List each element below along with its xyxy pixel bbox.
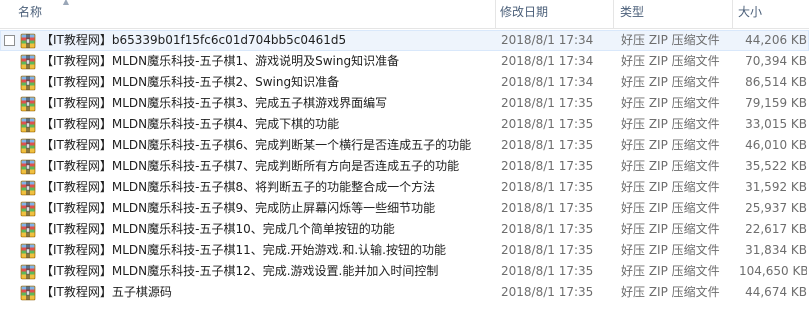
file-date: 2018/8/1 17:35 <box>501 159 594 173</box>
file-row[interactable]: 【IT教程网】MLDN魔乐科技-五子棋7、完成判断所有方向是否连成五子的功能 20… <box>0 156 809 177</box>
file-row[interactable]: 【IT教程网】MLDN魔乐科技-五子棋1、游戏说明及Swing知识准备 2018/… <box>0 51 809 72</box>
file-name: 【IT教程网】五子棋源码 <box>41 285 172 299</box>
file-date: 2018/8/1 17:34 <box>501 75 594 89</box>
file-type: 好压 ZIP 压缩文件 <box>621 264 720 278</box>
file-row[interactable]: 【IT教程网】MLDN魔乐科技-五子棋4、完成下棋的功能 2018/8/1 17:… <box>0 114 809 135</box>
file-name: 【IT教程网】MLDN魔乐科技-五子棋11、完成.开始游戏.和.认输.按钮的功能 <box>41 243 446 257</box>
file-name: 【IT教程网】MLDN魔乐科技-五子棋8、将判断五子的功能整合成一个方法 <box>41 180 436 194</box>
zip-archive-icon <box>20 285 36 301</box>
file-date: 2018/8/1 17:35 <box>501 243 594 257</box>
zip-archive-icon <box>20 117 36 133</box>
select-checkbox[interactable] <box>4 35 15 46</box>
zip-archive-icon <box>20 138 36 154</box>
file-size: 44,206 KB <box>745 33 807 47</box>
file-type: 好压 ZIP 压缩文件 <box>621 117 720 131</box>
column-header-type[interactable]: 类型 <box>616 0 732 28</box>
file-name: 【IT教程网】MLDN魔乐科技-五子棋10、完成几个简单按钮的功能 <box>41 222 395 236</box>
file-name: 【IT教程网】MLDN魔乐科技-五子棋9、完成防止屏幕闪烁等一些细节功能 <box>41 201 436 215</box>
file-type: 好压 ZIP 压缩文件 <box>621 75 720 89</box>
file-type: 好压 ZIP 压缩文件 <box>621 180 720 194</box>
column-header-size[interactable]: 大小 <box>734 0 809 28</box>
file-date: 2018/8/1 17:34 <box>501 54 594 68</box>
zip-archive-icon <box>20 96 36 112</box>
zip-archive-icon <box>20 222 36 238</box>
file-name: 【IT教程网】MLDN魔乐科技-五子棋1、游戏说明及Swing知识准备 <box>41 54 400 68</box>
file-size: 31,592 KB <box>745 180 807 194</box>
file-size: 70,394 KB <box>745 54 807 68</box>
file-date: 2018/8/1 17:35 <box>501 138 594 152</box>
file-size: 86,514 KB <box>745 75 807 89</box>
file-date: 2018/8/1 17:35 <box>501 117 594 131</box>
file-type: 好压 ZIP 压缩文件 <box>621 243 720 257</box>
file-type: 好压 ZIP 压缩文件 <box>621 222 720 236</box>
file-name: 【IT教程网】MLDN魔乐科技-五子棋2、Swing知识准备 <box>41 75 340 89</box>
file-type: 好压 ZIP 压缩文件 <box>621 96 720 110</box>
zip-archive-icon <box>20 264 36 280</box>
zip-archive-icon <box>20 159 36 175</box>
column-header-row: ▲ 名称 修改日期 类型 大小 <box>0 0 809 29</box>
file-size: 25,937 KB <box>745 201 807 215</box>
file-date: 2018/8/1 17:35 <box>501 222 594 236</box>
file-name: 【IT教程网】MLDN魔乐科技-五子棋4、完成下棋的功能 <box>41 117 340 131</box>
file-row[interactable]: 【IT教程网】MLDN魔乐科技-五子棋2、Swing知识准备 2018/8/1 1… <box>0 72 809 93</box>
file-size: 22,617 KB <box>745 222 807 236</box>
file-size: 79,159 KB <box>745 96 807 110</box>
zip-archive-icon <box>20 54 36 70</box>
zip-archive-icon <box>20 201 36 217</box>
file-name: 【IT教程网】MLDN魔乐科技-五子棋3、完成五子棋游戏界面编写 <box>41 96 388 110</box>
file-date: 2018/8/1 17:35 <box>501 180 594 194</box>
file-date: 2018/8/1 17:34 <box>501 33 594 47</box>
file-size: 35,522 KB <box>745 159 807 173</box>
column-header-date[interactable]: 修改日期 <box>496 0 612 28</box>
file-name: 【IT教程网】MLDN魔乐科技-五子棋7、完成判断所有方向是否连成五子的功能 <box>41 159 460 173</box>
column-divider[interactable] <box>613 0 614 28</box>
zip-archive-icon <box>20 243 36 259</box>
file-type: 好压 ZIP 压缩文件 <box>621 33 720 47</box>
file-type: 好压 ZIP 压缩文件 <box>621 138 720 152</box>
file-name: 【IT教程网】b65339b01f15fc6c01d704bb5c0461d5 <box>41 33 347 47</box>
column-divider[interactable] <box>732 0 733 28</box>
file-type: 好压 ZIP 压缩文件 <box>621 159 720 173</box>
file-size: 31,834 KB <box>745 243 807 257</box>
file-row[interactable]: 【IT教程网】MLDN魔乐科技-五子棋6、完成判断某一个横行是否连成五子的功能 2… <box>0 135 809 156</box>
column-header-name[interactable]: 名称 <box>14 0 494 28</box>
zip-archive-icon <box>20 33 36 49</box>
file-size: 44,674 KB <box>745 285 807 299</box>
file-size: 46,010 KB <box>745 138 807 152</box>
file-row[interactable]: 【IT教程网】MLDN魔乐科技-五子棋8、将判断五子的功能整合成一个方法 2018… <box>0 177 809 198</box>
file-name: 【IT教程网】MLDN魔乐科技-五子棋12、完成.游戏设置.能并加入时间控制 <box>41 264 439 278</box>
file-row[interactable]: 【IT教程网】MLDN魔乐科技-五子棋3、完成五子棋游戏界面编写 2018/8/1… <box>0 93 809 114</box>
file-date: 2018/8/1 17:35 <box>501 285 594 299</box>
file-size: 33,015 KB <box>745 117 807 131</box>
file-row[interactable]: 【IT教程网】MLDN魔乐科技-五子棋9、完成防止屏幕闪烁等一些细节功能 2018… <box>0 198 809 219</box>
file-date: 2018/8/1 17:35 <box>501 201 594 215</box>
file-size: 104,650 KB <box>739 264 807 278</box>
file-name: 【IT教程网】MLDN魔乐科技-五子棋6、完成判断某一个横行是否连成五子的功能 <box>41 138 472 152</box>
zip-archive-icon <box>20 180 36 196</box>
zip-archive-icon <box>20 75 36 91</box>
file-row[interactable]: 【IT教程网】b65339b01f15fc6c01d704bb5c0461d5 2… <box>0 30 809 51</box>
file-row[interactable]: 【IT教程网】五子棋源码 2018/8/1 17:35 好压 ZIP 压缩文件 44,… <box>0 282 809 303</box>
file-date: 2018/8/1 17:35 <box>501 96 594 110</box>
file-row[interactable]: 【IT教程网】MLDN魔乐科技-五子棋10、完成几个简单按钮的功能 2018/8/… <box>0 219 809 240</box>
file-type: 好压 ZIP 压缩文件 <box>621 285 720 299</box>
file-row[interactable]: 【IT教程网】MLDN魔乐科技-五子棋11、完成.开始游戏.和.认输.按钮的功能… <box>0 240 809 261</box>
file-type: 好压 ZIP 压缩文件 <box>621 201 720 215</box>
file-list: 【IT教程网】b65339b01f15fc6c01d704bb5c0461d5 2… <box>0 30 809 303</box>
file-row[interactable]: 【IT教程网】MLDN魔乐科技-五子棋12、完成.游戏设置.能并加入时间控制 20… <box>0 261 809 282</box>
file-type: 好压 ZIP 压缩文件 <box>621 54 720 68</box>
file-date: 2018/8/1 17:35 <box>501 264 594 278</box>
